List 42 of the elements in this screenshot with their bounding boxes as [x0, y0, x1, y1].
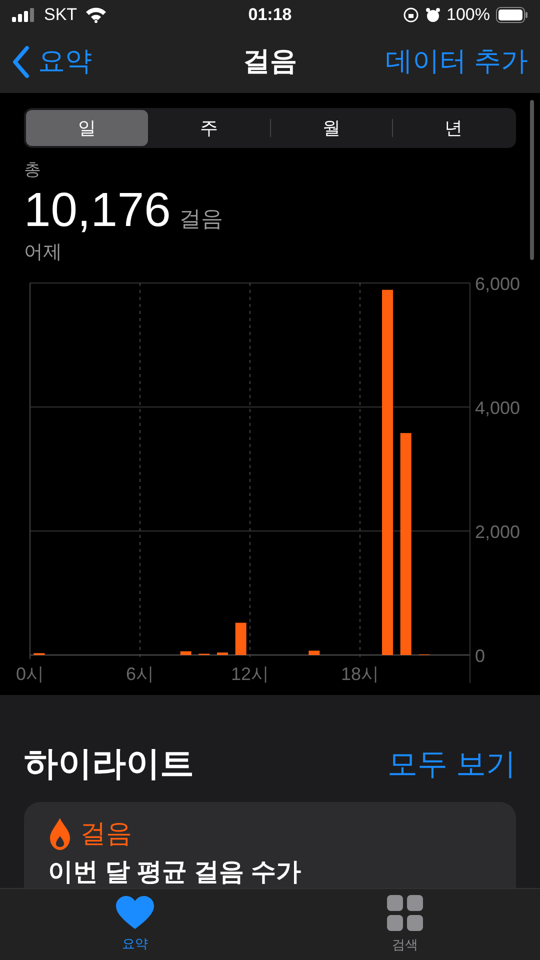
battery-percent: 100% [446, 4, 490, 26]
bar [382, 290, 393, 655]
bar [400, 433, 412, 655]
section-title: 하이라이트 [24, 744, 194, 785]
wifi-icon [85, 7, 108, 23]
segment-tab[interactable]: 년 [393, 110, 514, 146]
grid-icon [387, 894, 423, 931]
x-axis-label: 0시 [16, 664, 44, 684]
bar [180, 651, 192, 655]
x-axis-label: 6시 [126, 664, 154, 684]
y-axis-label: 0 [475, 646, 486, 666]
tab-bar-item[interactable]: 요약 [0, 889, 270, 960]
total-label: 총 [24, 159, 42, 181]
clock-text: 01:18 [247, 4, 293, 26]
bar [308, 650, 320, 655]
segment-tab[interactable]: 주 [148, 110, 270, 146]
step-total: 10,176 [24, 182, 171, 238]
flame-icon [48, 818, 72, 850]
carrier-text: SKT [44, 4, 78, 26]
chevron-left-icon [12, 46, 30, 78]
segment-tab[interactable]: 월 [271, 110, 392, 146]
page-title: 걸음 [242, 45, 298, 78]
date-label: 어제 [24, 240, 63, 264]
rotation-lock-icon [402, 7, 419, 23]
tab-bar-item[interactable]: 검색 [270, 889, 540, 960]
x-axis-label: 18시 [340, 664, 380, 684]
x-axis-label: 12시 [230, 664, 270, 684]
segment-tab[interactable]: 일 [26, 110, 148, 146]
add-data-button[interactable]: 데이터 추가 [368, 41, 528, 82]
y-axis-label: 4,000 [475, 398, 520, 418]
see-all-link[interactable]: 모두 보기 [388, 742, 516, 787]
unit-label: 걸음 [178, 204, 223, 232]
category-label: 걸음 [80, 817, 132, 850]
back-button[interactable]: 요약 [12, 41, 172, 82]
highlight-text: 이번 달 평균 걸음 수가 [48, 857, 302, 887]
bar [235, 622, 246, 655]
heart-icon [115, 896, 155, 930]
y-axis-label: 2,000 [475, 522, 520, 542]
battery-icon [496, 7, 528, 23]
signal-icon [12, 8, 36, 22]
alarm-icon [424, 7, 441, 23]
y-axis-label: 6,000 [475, 274, 520, 294]
